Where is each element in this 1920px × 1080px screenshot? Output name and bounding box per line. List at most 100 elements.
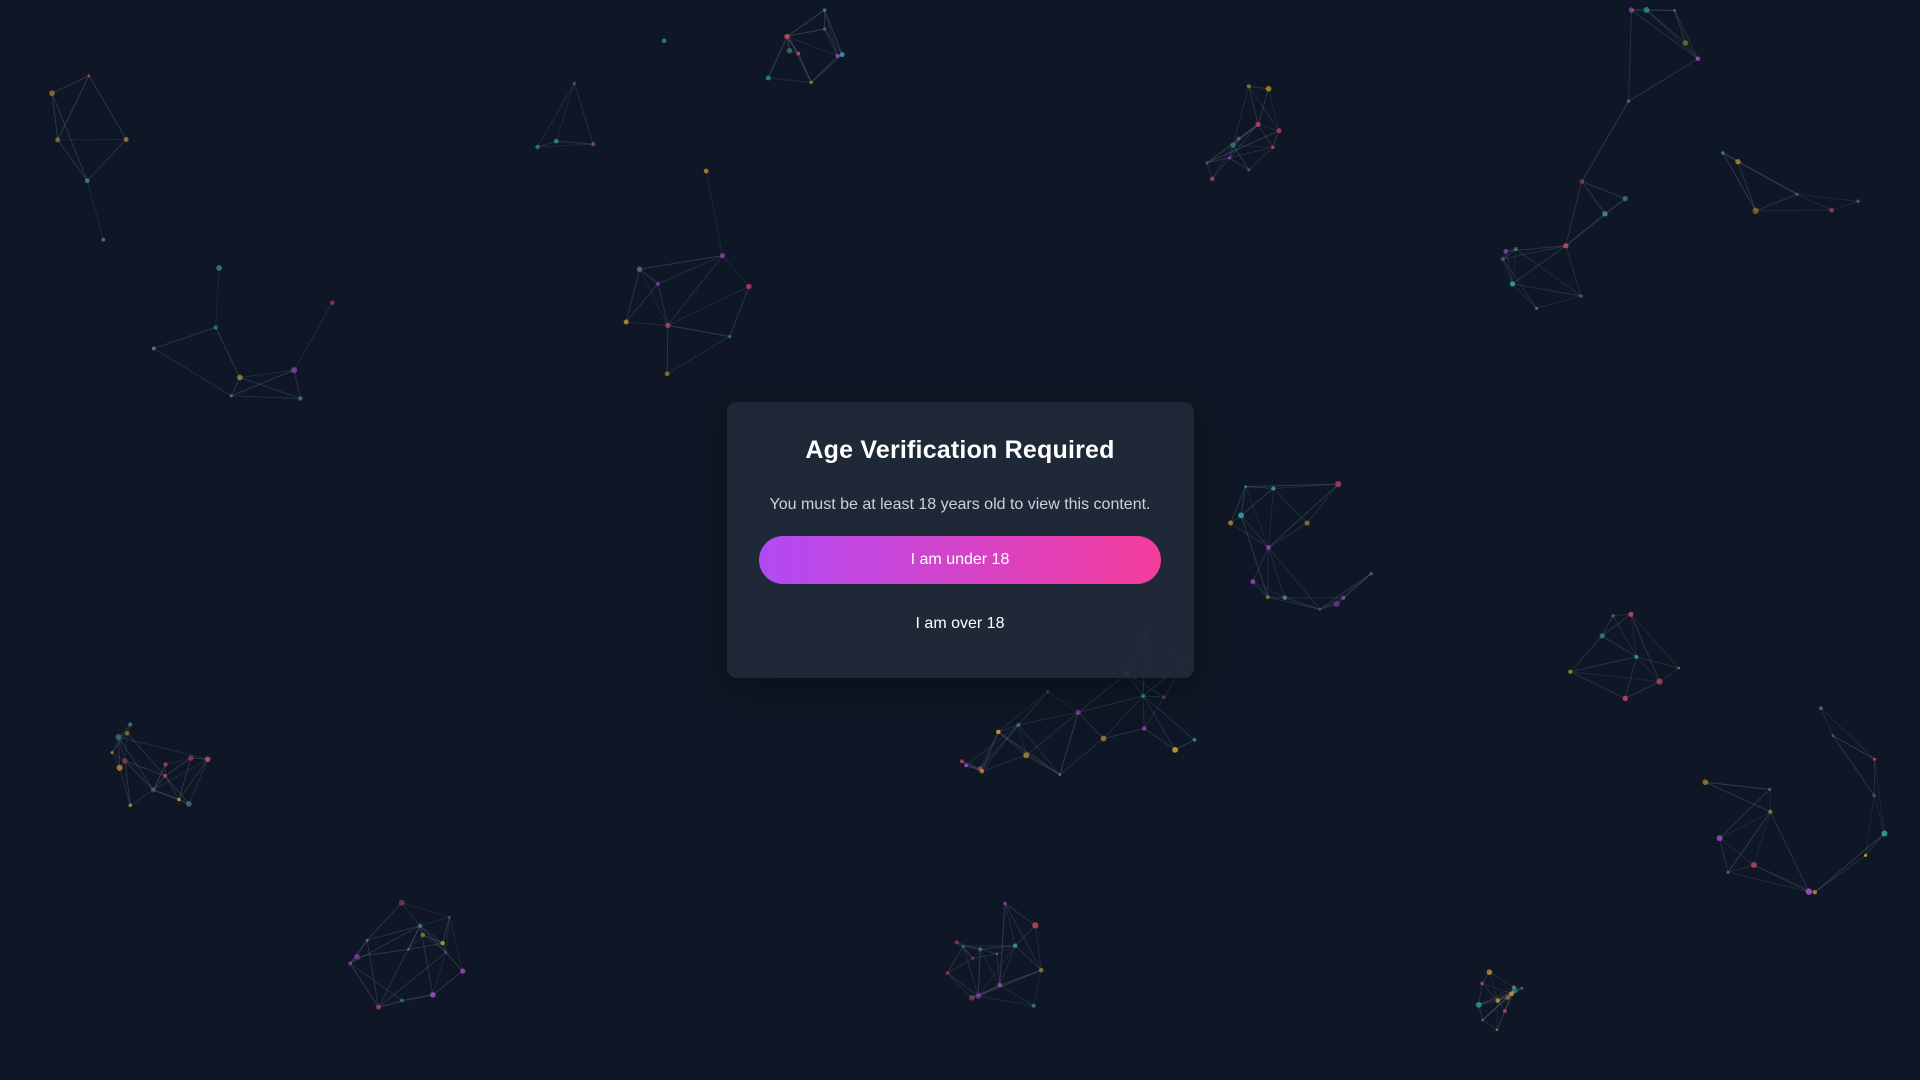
network-node — [1628, 611, 1634, 617]
network-node — [418, 923, 423, 928]
network-node — [636, 266, 643, 272]
over-18-button[interactable]: I am over 18 — [759, 604, 1161, 644]
network-line — [153, 327, 216, 349]
network-node — [128, 722, 133, 727]
network-node — [1238, 512, 1245, 519]
network-line — [1874, 759, 1885, 834]
network-node — [1230, 142, 1236, 148]
network-node — [365, 938, 369, 942]
network-line — [1268, 88, 1280, 131]
network-line — [767, 35, 789, 79]
network-line — [432, 952, 447, 996]
network-line — [705, 170, 724, 256]
network-node — [122, 758, 128, 764]
network-line — [1267, 547, 1269, 598]
network-node — [448, 915, 451, 919]
network-node — [400, 998, 404, 1003]
network-line — [293, 370, 301, 399]
network-node — [151, 346, 156, 351]
network-node — [1563, 243, 1569, 249]
network-node — [1702, 779, 1709, 786]
network-line — [1581, 101, 1629, 182]
network-line — [130, 789, 154, 806]
network-line — [1719, 789, 1771, 839]
network-line — [215, 267, 220, 328]
network-node — [186, 801, 192, 807]
network-node — [1643, 7, 1650, 13]
network-node — [1795, 192, 1799, 196]
network-line — [1240, 515, 1269, 598]
network-node — [796, 51, 801, 56]
network-node — [1038, 967, 1044, 973]
network-node — [115, 733, 122, 740]
network-line — [1143, 728, 1176, 751]
network-line — [1832, 735, 1875, 796]
network-line — [51, 75, 90, 94]
network-node — [1100, 735, 1107, 742]
network-line — [1705, 781, 1770, 790]
network-node — [1622, 695, 1628, 702]
network-node — [728, 334, 732, 339]
network-line — [1570, 656, 1637, 673]
network-node — [1265, 595, 1270, 600]
network-node — [1503, 248, 1509, 254]
network-line — [1628, 9, 1632, 102]
network-node — [1819, 706, 1823, 711]
network-line — [1565, 181, 1583, 246]
network-node — [623, 319, 629, 325]
network-line — [1268, 522, 1308, 548]
network-line — [349, 925, 421, 964]
network-node — [945, 971, 950, 975]
network-node — [1872, 793, 1876, 798]
network-node — [954, 940, 959, 945]
network-line — [1103, 695, 1144, 739]
network-line — [947, 972, 973, 999]
network-node — [1626, 99, 1631, 103]
network-line — [1268, 547, 1321, 610]
network-node — [1831, 734, 1835, 738]
network-line — [1719, 811, 1771, 839]
network-node — [784, 33, 790, 40]
network-node — [786, 47, 793, 54]
network-line — [1496, 1010, 1506, 1030]
network-line — [1306, 483, 1339, 524]
network-node — [330, 300, 335, 305]
network-line — [639, 255, 723, 270]
network-line — [1059, 712, 1079, 775]
network-line — [366, 925, 421, 941]
network-node — [1205, 161, 1209, 165]
network-node — [703, 168, 709, 174]
network-node — [1228, 520, 1234, 526]
network-node — [1304, 520, 1310, 526]
network-node — [1023, 752, 1030, 759]
network-node — [1579, 294, 1583, 298]
network-node — [1013, 943, 1018, 948]
network-line — [1240, 488, 1274, 516]
network-line — [1570, 671, 1660, 683]
network-node — [407, 948, 410, 951]
network-node — [979, 768, 985, 774]
network-node — [1016, 722, 1021, 727]
network-line — [239, 377, 301, 399]
network-node — [1805, 888, 1813, 895]
network-line — [1624, 681, 1660, 699]
network-line — [1267, 596, 1320, 610]
network-node — [298, 396, 303, 401]
network-node — [444, 951, 448, 954]
network-line — [1014, 945, 1042, 971]
network-line — [1482, 1019, 1498, 1031]
network-line — [401, 902, 421, 927]
network-line — [1631, 9, 1699, 60]
network-line — [215, 327, 241, 378]
network-line — [1612, 615, 1637, 658]
network-line — [573, 83, 594, 145]
network-node — [995, 952, 999, 955]
network-line — [666, 336, 731, 375]
under-18-button[interactable]: I am under 18 — [759, 535, 1161, 584]
network-node — [1752, 207, 1759, 215]
network-line — [1737, 161, 1798, 195]
network-line — [1820, 707, 1875, 760]
network-line — [178, 757, 192, 800]
network-line — [1636, 656, 1679, 669]
network-node — [87, 74, 91, 78]
